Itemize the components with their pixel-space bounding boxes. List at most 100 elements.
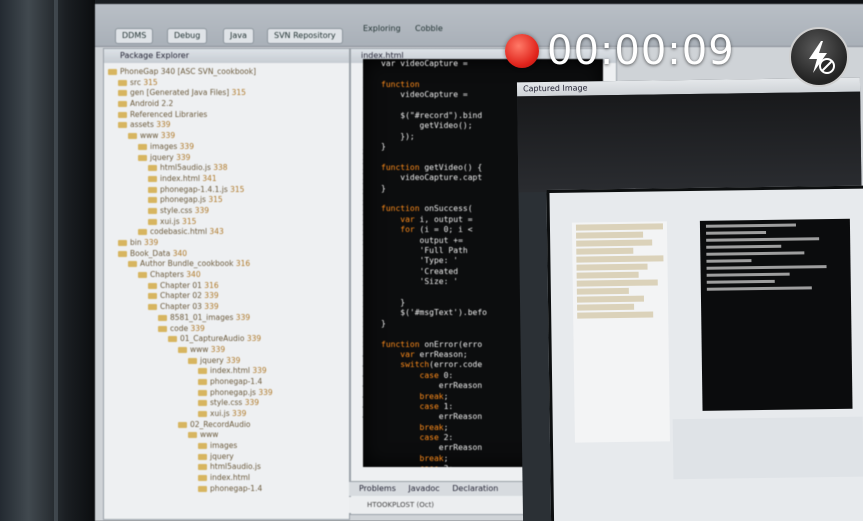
folder-icon	[188, 432, 197, 439]
captured-image-window: Captured Image	[516, 77, 863, 521]
folder-icon	[118, 250, 127, 257]
tree-item-label: Author Bundle_cookbook	[140, 259, 236, 269]
package-tree: PhoneGap 340 [ASC SVN_cookbook] src 315 g…	[108, 67, 344, 495]
tree-item[interactable]: codebasic.html 343	[108, 227, 344, 238]
tab-svn: SVN Repository	[267, 28, 343, 44]
tree-item[interactable]: www 339	[108, 131, 344, 142]
tree-item[interactable]: phonegap-1.4.1.js 315	[108, 185, 344, 196]
tree-item-label: 8581_01_images	[170, 312, 236, 322]
tree-item[interactable]: html5audio.js 338	[108, 163, 344, 174]
tree-item[interactable]: jquery 339	[108, 356, 344, 367]
tree-item-revision: 339	[235, 312, 251, 322]
tree-item[interactable]: assets 339	[108, 120, 344, 131]
tab-problems: Problems	[359, 484, 396, 493]
tree-item[interactable]: Chapters 340	[108, 270, 344, 281]
tree-item[interactable]: 01_CaptureAudio 339	[108, 334, 344, 345]
folder-icon	[118, 111, 127, 118]
folder-icon	[198, 443, 207, 450]
folder-icon	[148, 197, 157, 204]
tree-item[interactable]: phonegap.js 339	[108, 388, 344, 399]
tree-item[interactable]: html5audio.js	[108, 462, 344, 473]
tree-item[interactable]: style.css 339	[108, 206, 344, 217]
folder-icon	[148, 282, 157, 289]
tree-item[interactable]: www 339	[108, 345, 344, 356]
tree-item-revision: 315	[143, 77, 158, 87]
tree-item[interactable]: style.css 339	[108, 398, 344, 409]
tree-item-revision: 339	[204, 291, 219, 301]
tree-item[interactable]: index.html	[108, 473, 344, 484]
tree-item[interactable]: xui.js 315	[108, 217, 344, 228]
tree-item[interactable]: jquery	[108, 452, 344, 463]
tree-item[interactable]: src 315	[108, 78, 344, 89]
tree-item[interactable]: images	[108, 441, 344, 452]
tree-item[interactable]: Chapter 02 339	[108, 291, 344, 302]
tab-declaration: Declaration	[452, 484, 499, 493]
tree-item[interactable]: Author Bundle_cookbook 316	[108, 259, 344, 270]
folder-icon	[118, 79, 127, 86]
folder-icon	[148, 207, 157, 214]
flash-toggle-button[interactable]	[789, 27, 849, 87]
tree-item-label: www	[190, 344, 211, 354]
tree-item-revision: 339	[204, 302, 219, 312]
tree-item-label: images	[210, 441, 238, 451]
tree-item-revision: 339	[190, 323, 205, 333]
tree-item[interactable]: 02_RecordAudio	[108, 420, 344, 431]
tree-item-revision: 339	[210, 344, 226, 354]
tree-item[interactable]: Referenced Libraries	[108, 110, 344, 121]
tree-item[interactable]: gen [Generated Java Files] 315	[108, 88, 344, 99]
tree-item[interactable]: 8581_01_images 339	[108, 313, 344, 324]
tree-item-revision: 340	[172, 248, 188, 258]
tree-item-label: Referenced Libraries	[130, 109, 208, 119]
tree-item[interactable]: xui.js 339	[108, 409, 344, 420]
folder-icon	[118, 122, 127, 129]
folder-icon	[198, 378, 207, 385]
tree-item-label: xui.js	[210, 409, 233, 418]
tree-item[interactable]: www	[108, 430, 344, 441]
tree-item[interactable]: images 339	[108, 142, 344, 153]
tree-item-label: 02_RecordAudio	[190, 419, 251, 429]
tree-item-revision: 315	[231, 88, 246, 98]
package-explorer: Package Explorer PhoneGap 340 [ASC SVN_c…	[103, 48, 350, 520]
tab-cobble: Cobble	[415, 24, 443, 33]
tree-item[interactable]: Chapter 01 316	[108, 281, 344, 292]
tree-item-revision: 338	[213, 163, 228, 173]
tree-item[interactable]: phonegap-1.4	[108, 484, 344, 495]
tree-item[interactable]: index.html 339	[108, 366, 344, 377]
tree-item[interactable]: Book_Data 340	[108, 249, 344, 260]
folder-icon	[118, 101, 127, 108]
tree-item-revision: 339	[244, 398, 260, 408]
tab-ddms: DDMS	[115, 28, 154, 44]
tree-item-label: src	[130, 77, 144, 87]
recording-overlay: 00:00:09	[505, 26, 735, 76]
tree-item-revision: 315	[182, 216, 197, 226]
tree-item[interactable]: index.html 341	[108, 174, 344, 185]
captured-explorer	[571, 221, 670, 443]
tree-item[interactable]: bin 339	[108, 238, 344, 249]
tree-item-revision: 339	[194, 205, 210, 215]
tree-item-revision: 339	[232, 409, 247, 418]
tree-item[interactable]: jquery 339	[108, 153, 344, 164]
tree-item[interactable]: phonegap-1.4	[108, 377, 344, 388]
tree-item-label: PhoneGap 340 [ASC SVN_cookbook]	[120, 67, 257, 76]
folder-icon	[148, 165, 157, 172]
tab-debug: Debug	[167, 28, 208, 44]
folder-icon	[138, 272, 147, 279]
record-indicator-icon	[505, 34, 539, 68]
tree-item-label: style.css	[160, 205, 195, 215]
tree-item[interactable]: code 339	[108, 324, 344, 335]
folder-icon	[138, 154, 147, 161]
tree-item[interactable]: phonegap.js 315	[108, 195, 344, 206]
tree-item-label: bin	[130, 238, 144, 247]
tree-item[interactable]: Android 2.2	[108, 99, 344, 110]
tree-item[interactable]: Chapter 03 339	[108, 302, 344, 313]
folder-icon	[118, 240, 127, 246]
tree-item-label: 01_CaptureAudio	[180, 334, 247, 344]
folder-icon	[138, 143, 147, 150]
tree-item[interactable]: PhoneGap 340 [ASC SVN_cookbook]	[108, 67, 344, 78]
tree-item-label: Chapter 03	[160, 302, 205, 312]
tree-item-revision: 339	[179, 141, 194, 151]
tree-item-label: codebasic.html	[150, 227, 210, 237]
folder-icon	[198, 453, 207, 460]
folder-icon	[148, 175, 157, 182]
eclipse-toolbar: DDMS Debug Java SVN Repository Exploring…	[95, 4, 863, 47]
